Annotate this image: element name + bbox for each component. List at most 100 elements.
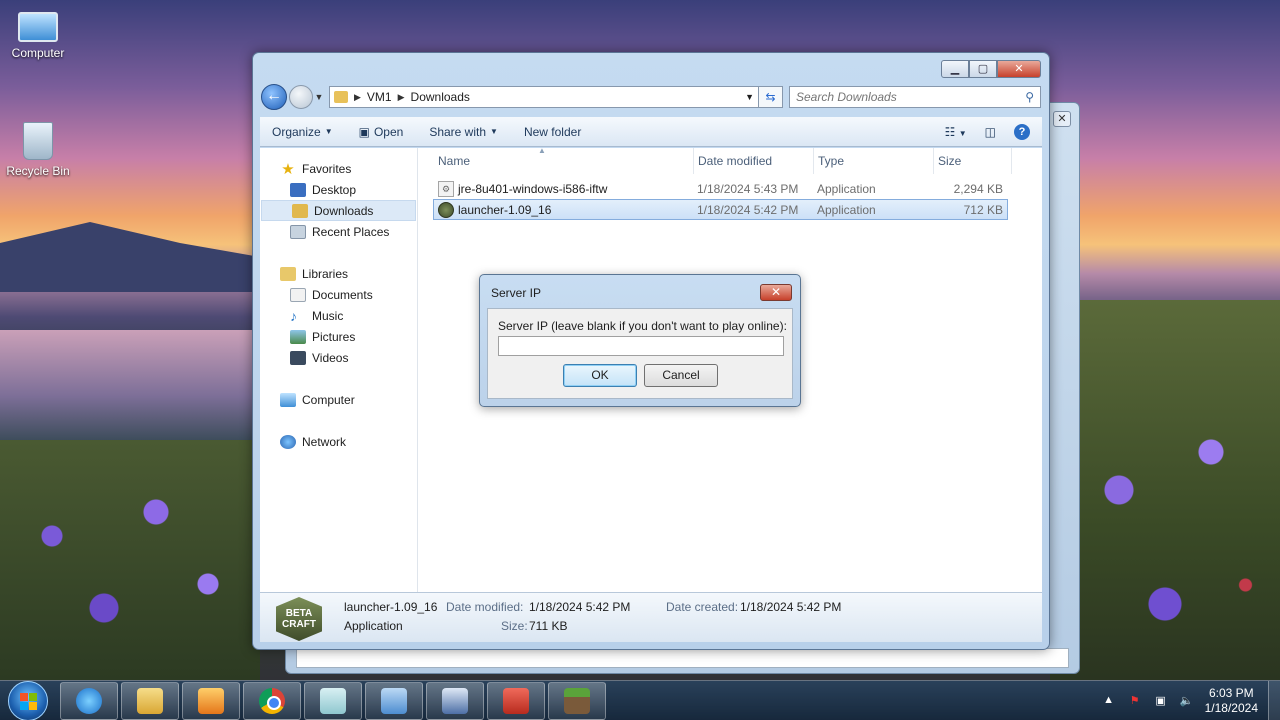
desktop-icon-label: Computer [11,46,65,60]
taskbar-internet-explorer[interactable] [60,681,118,720]
pictures-icon [290,329,306,344]
network-status-icon[interactable]: ▣ [1153,694,1169,708]
chevron-down-icon: ▼ [324,127,333,136]
address-bar[interactable]: ▶ VM1 ▶ Downloads ▼ [329,86,759,108]
nav-pictures[interactable]: Pictures [260,326,417,347]
nav-favorites[interactable]: ★ Favorites [260,158,417,179]
dialog-body: Server IP (leave blank if you don't want… [487,308,793,399]
action-center-icon[interactable]: ⚑ [1127,694,1143,708]
show-desktop-button[interactable] [1268,681,1280,720]
details-size-label: Size: [501,619,528,633]
organize-button[interactable]: Organize ▼ [272,125,333,139]
dialog-title: Server IP [491,286,542,300]
search-icon[interactable]: ⚲ [1025,90,1034,104]
computer-icon [280,392,296,407]
recent-places-icon [290,224,306,239]
taskbar-toolbox[interactable] [487,681,545,720]
minimize-button[interactable]: ▁ [941,60,969,78]
start-button[interactable] [8,680,48,720]
volume-muted-icon[interactable]: 🔈 [1179,694,1195,708]
column-header-name[interactable]: Name [436,148,694,174]
refresh-button[interactable]: ⇆ [759,86,783,108]
toolbox-icon [503,687,529,714]
dialog-prompt: Server IP (leave blank if you don't want… [498,319,787,333]
address-row: ← ▼ ▶ VM1 ▶ Downloads ▼ ⇆ ⚲ [261,84,1041,110]
help-icon[interactable]: ? [1014,123,1030,140]
background-window-close-button[interactable]: ✕ [1053,111,1071,127]
preview-pane-icon[interactable]: ◫ [985,125,996,139]
nav-music[interactable]: ♪ Music [260,305,417,326]
wallpaper-lake [0,330,260,440]
downloads-folder-icon [292,203,308,218]
nav-desktop[interactable]: Desktop [260,179,417,200]
recycle-bin-icon [23,122,53,160]
nav-documents[interactable]: Documents [260,284,417,305]
wallpaper-flowers-left [0,440,260,680]
navigation-pane: ★ Favorites Desktop Downloads Recent Pla… [260,148,418,592]
wallpaper-flowers-right [1050,300,1280,680]
minecraft-grass-block-icon [564,687,590,714]
clock[interactable]: 6:03 PM 1/18/2024 [1205,686,1258,716]
taskbar-minecraft[interactable] [548,681,606,720]
view-options-icon[interactable]: ☷ ▼ [945,125,967,139]
desktop-icon-recycle-bin[interactable]: Recycle Bin [0,122,76,178]
file-row-launcher[interactable]: launcher-1.09_16 1/18/2024 5:42 PM Appli… [433,199,1008,220]
chevron-right-icon[interactable]: ▶ [354,92,361,103]
documents-icon [290,287,306,302]
clock-date: 1/18/2024 [1204,700,1258,715]
forward-button[interactable] [289,85,313,109]
details-file-name: launcher-1.09_16 [344,600,438,614]
taskbar-remote-desktop[interactable] [426,681,484,720]
share-with-button[interactable]: Share with ▼ [429,125,498,139]
dialog-close-button[interactable]: ✕ [760,284,792,301]
new-folder-button[interactable]: New folder [524,125,581,139]
taskbar-chrome[interactable] [243,681,301,720]
taskbar-file-explorer[interactable] [121,681,179,720]
open-button[interactable]: ▣ Open [359,125,404,139]
details-date-modified-label: Date modified: [446,600,524,614]
details-date-created-label: Date created: [666,600,739,614]
search-input[interactable] [796,90,996,104]
network-icon [280,434,296,449]
maximize-button[interactable]: ▢ [969,60,997,78]
column-headers: Name Date modified Type Size [418,148,1042,174]
nav-videos[interactable]: Videos [260,347,417,368]
address-dropdown-icon[interactable]: ▼ [745,92,754,102]
chevron-right-icon[interactable]: ▶ [398,92,405,103]
back-button[interactable]: ← [261,84,287,110]
nav-downloads[interactable]: Downloads [261,200,416,221]
column-header-type[interactable]: Type [814,148,934,174]
column-header-date-modified[interactable]: Date modified [694,148,814,174]
details-date-created: 1/18/2024 5:42 PM [740,600,842,614]
nav-network[interactable]: Network [260,431,417,452]
taskbar-control-panel[interactable] [365,681,423,720]
desktop-icon-computer[interactable]: Computer [0,12,76,60]
details-date-modified: 1/18/2024 5:42 PM [529,600,631,614]
control-panel-icon [381,687,407,714]
details-file-type: Application [344,619,403,633]
nav-recent-places[interactable]: Recent Places [260,221,417,242]
taskbar-notepad[interactable] [304,681,362,720]
server-ip-input[interactable] [498,336,784,356]
search-box[interactable]: ⚲ [789,86,1041,108]
chrome-icon [259,687,285,714]
breadcrumb-downloads[interactable]: Downloads [411,90,470,104]
nav-computer[interactable]: Computer [260,389,417,410]
file-row-jre[interactable]: ⚙ jre-8u401-windows-i586-iftw 1/18/2024 … [433,178,1008,199]
breadcrumb-vm1[interactable]: VM1 [367,90,392,104]
ok-button[interactable]: OK [563,364,637,387]
server-ip-dialog: Server IP ✕ Server IP (leave blank if yo… [479,274,801,407]
recent-pages-dropdown[interactable]: ▼ [313,92,325,102]
nav-libraries[interactable]: Libraries [260,263,417,284]
sort-ascending-icon: ▲ [538,146,546,155]
column-header-size[interactable]: Size [934,148,1012,174]
clock-time: 6:03 PM [1208,685,1254,700]
taskbar-apps [60,681,606,720]
close-button[interactable]: ✕ [997,60,1041,78]
open-icon: ▣ [358,124,370,139]
cancel-button[interactable]: Cancel [644,364,718,387]
show-hidden-icons-icon[interactable]: ▲ [1101,694,1117,708]
taskbar-media-player[interactable] [182,681,240,720]
libraries-icon [280,266,296,281]
installer-icon: ⚙ [438,180,454,197]
